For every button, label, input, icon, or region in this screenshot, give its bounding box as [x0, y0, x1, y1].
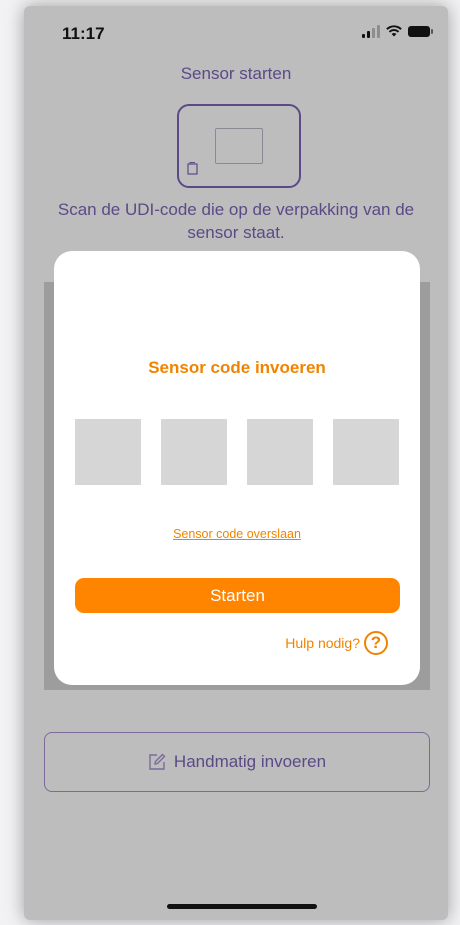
wifi-icon	[386, 25, 402, 37]
scan-instruction: Scan de UDI-code die op de verpakking va…	[57, 200, 415, 242]
battery-icon	[408, 25, 433, 37]
sensor-code-dialog: Sensor code invoeren Sensor code oversla…	[54, 251, 420, 685]
code-field-2[interactable]	[161, 419, 227, 485]
skip-sensor-code-link[interactable]: Sensor code overslaan	[54, 527, 420, 541]
manual-entry-label: Handmatig invoeren	[173, 752, 327, 771]
manual-entry-button[interactable]: Handmatig invoeren	[44, 732, 430, 792]
device-frame: 11:17 Sensor starten Scan de UDI-code di…	[0, 0, 460, 925]
sensor-corner-icon	[187, 162, 198, 175]
sensor-inner-rect	[215, 128, 263, 164]
code-input-group	[75, 419, 399, 485]
status-time: 11:17	[62, 24, 105, 43]
help-label: Hulp nodig?	[285, 635, 360, 651]
viewfinder-mark	[419, 402, 426, 420]
cellular-signal-icon	[362, 24, 380, 38]
edit-icon	[149, 753, 166, 770]
help-link[interactable]: Hulp nodig? ?	[285, 631, 388, 655]
viewfinder-mark	[419, 462, 426, 480]
code-field-3[interactable]	[247, 419, 313, 485]
sensor-illustration	[177, 104, 301, 188]
page-title: Sensor starten	[180, 64, 292, 83]
viewfinder-mark	[419, 582, 426, 600]
viewfinder-mark	[419, 622, 426, 640]
code-field-1[interactable]	[75, 419, 141, 485]
help-question-icon: ?	[364, 631, 388, 655]
home-indicator[interactable]	[167, 904, 317, 909]
start-button[interactable]: Starten	[75, 578, 400, 613]
status-icons	[362, 24, 433, 38]
dialog-title: Sensor code invoeren	[148, 358, 326, 377]
status-bar: 11:17	[24, 6, 448, 56]
viewfinder-mark	[419, 352, 426, 370]
code-field-4[interactable]	[333, 419, 399, 485]
app-screen: 11:17 Sensor starten Scan de UDI-code di…	[24, 6, 448, 920]
